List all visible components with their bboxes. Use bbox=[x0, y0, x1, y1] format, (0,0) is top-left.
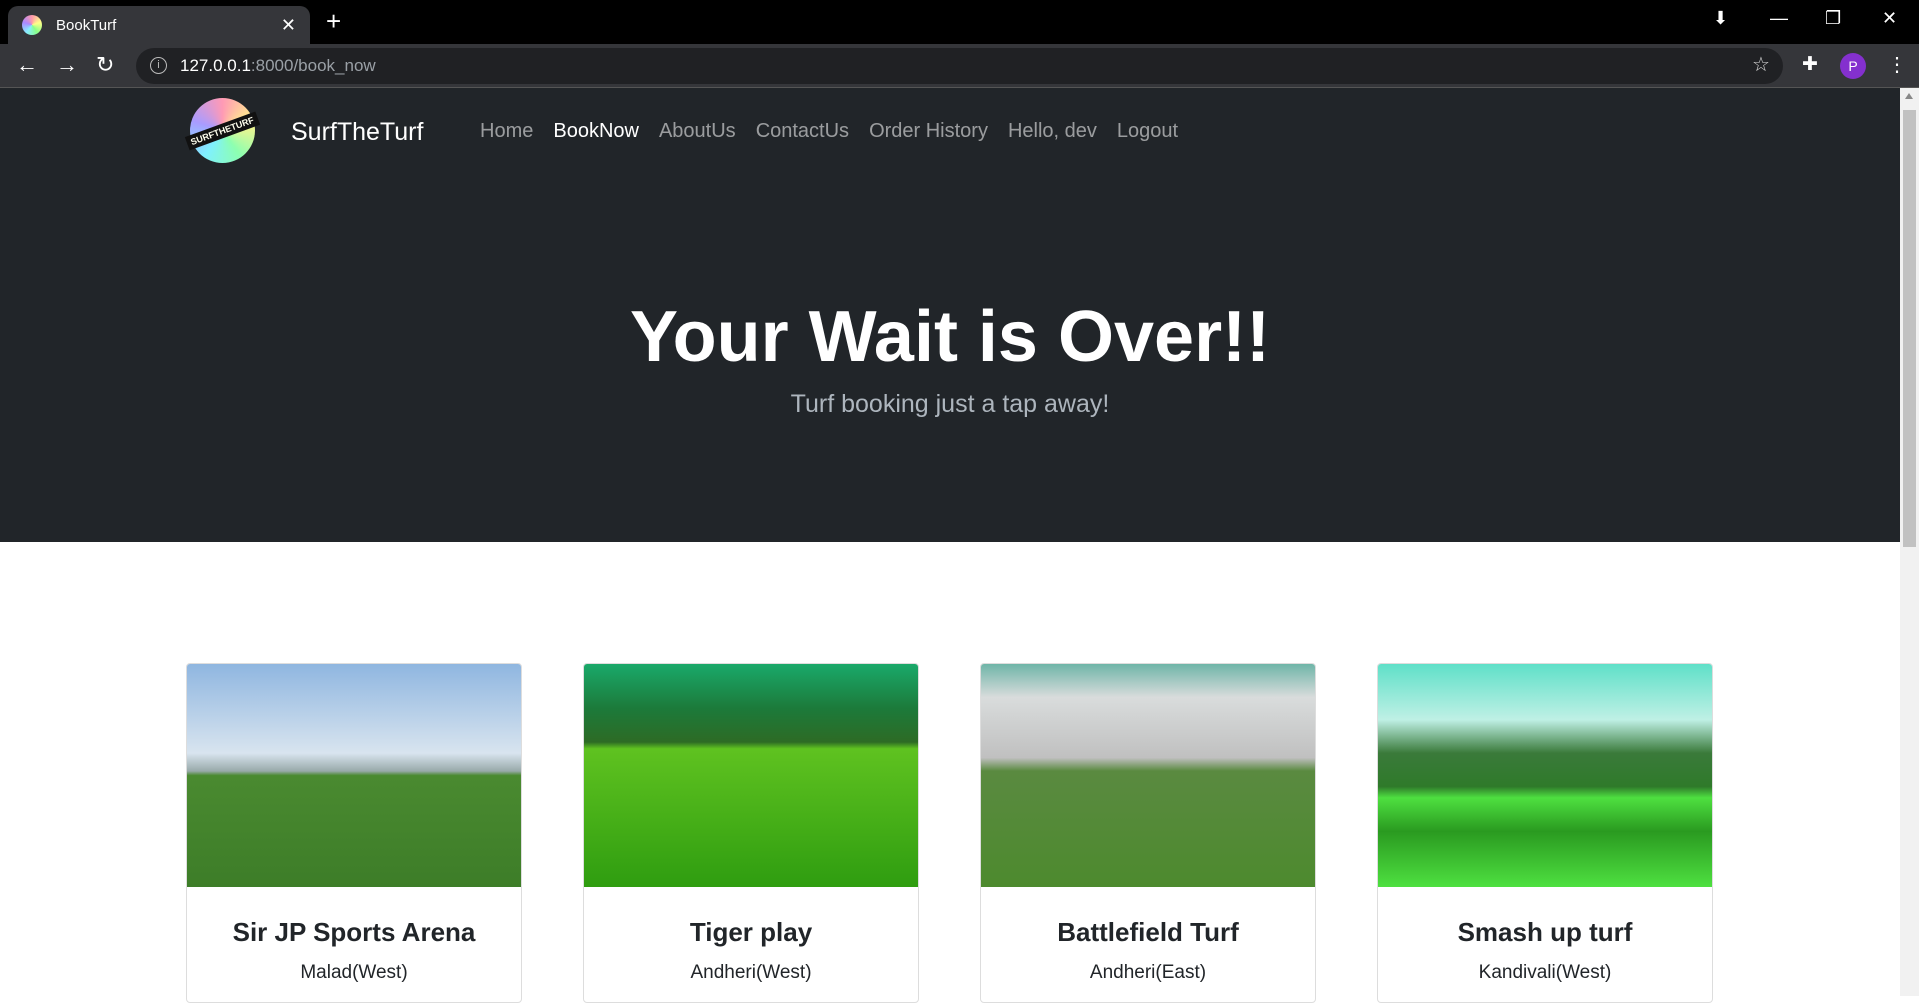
menu-icon[interactable]: ⋮ bbox=[1887, 52, 1907, 77]
scrollbar-thumb[interactable] bbox=[1903, 110, 1916, 547]
nav-user-greeting[interactable]: Hello, dev bbox=[1008, 120, 1097, 143]
browser-toolbar: ← → ↻ i 127.0.0.1:8000/book_now ☆ ✚ P ⋮ bbox=[0, 44, 1919, 88]
turf-name: Smash up turf bbox=[1457, 917, 1633, 947]
address-bar[interactable]: i 127.0.0.1:8000/book_now bbox=[136, 48, 1783, 84]
close-tab-icon[interactable]: ✕ bbox=[281, 15, 296, 36]
brand-name[interactable]: SurfTheTurf bbox=[291, 118, 423, 147]
hero-subtitle: Turf booking just a tap away! bbox=[790, 390, 1110, 418]
turf-name: Sir JP Sports Arena bbox=[232, 917, 476, 947]
url-host: 127.0.0.1 bbox=[180, 56, 251, 75]
scroll-up-icon[interactable] bbox=[1905, 93, 1913, 99]
browser-tab[interactable]: BookTurf ✕ bbox=[8, 6, 310, 44]
turf-card[interactable]: Smash up turf Kandivali(West) bbox=[1377, 663, 1713, 1003]
turf-location: Andheri(East) bbox=[1089, 962, 1207, 983]
brand-logo[interactable]: SURFTHETURF bbox=[185, 98, 260, 163]
hero-title: Your Wait is Over!! bbox=[629, 297, 1271, 377]
forward-icon[interactable]: → bbox=[56, 52, 78, 78]
turf-card[interactable]: Battlefield Turf Andheri(East) bbox=[980, 663, 1316, 1003]
turf-image bbox=[187, 664, 521, 887]
turf-location: Kandivali(West) bbox=[1478, 962, 1612, 983]
hero-section: SURFTHETURF SurfTheTurf Home BookNow Abo… bbox=[0, 88, 1900, 542]
restore-icon[interactable]: ❐ bbox=[1825, 8, 1841, 29]
new-tab-icon[interactable]: + bbox=[326, 6, 341, 37]
nav-aboutus[interactable]: AboutUs bbox=[659, 120, 736, 143]
profile-avatar[interactable]: P bbox=[1840, 53, 1866, 79]
browser-tab-bar: BookTurf ✕ + ⬇ — ❐ ✕ bbox=[0, 0, 1919, 44]
nav-home[interactable]: Home bbox=[480, 120, 533, 143]
favicon-icon bbox=[22, 15, 42, 35]
logo-text: SURFTHETURF bbox=[185, 111, 260, 150]
reload-icon[interactable]: ↻ bbox=[96, 52, 114, 78]
bookmark-star-icon[interactable]: ☆ bbox=[1752, 52, 1770, 77]
close-window-icon[interactable]: ✕ bbox=[1882, 8, 1897, 29]
turf-name: Tiger play bbox=[689, 917, 813, 947]
turf-card[interactable]: Tiger play Andheri(West) bbox=[583, 663, 919, 1003]
url-path: :8000/book_now bbox=[250, 56, 376, 75]
nav-booknow[interactable]: BookNow bbox=[553, 120, 639, 143]
minimize-icon[interactable]: — bbox=[1770, 8, 1788, 29]
nav-contactus[interactable]: ContactUs bbox=[756, 120, 849, 143]
page-scrollbar[interactable] bbox=[1900, 88, 1919, 996]
nav-logout[interactable]: Logout bbox=[1117, 120, 1178, 143]
back-icon[interactable]: ← bbox=[16, 52, 38, 78]
turf-image bbox=[1378, 664, 1712, 887]
main-nav: Home BookNow AboutUs ContactUs Order His… bbox=[480, 120, 1178, 143]
nav-order-history[interactable]: Order History bbox=[869, 120, 988, 143]
tab-title: BookTurf bbox=[56, 16, 117, 34]
turf-image bbox=[584, 664, 918, 887]
tab-search-icon[interactable]: ⬇ bbox=[1713, 8, 1728, 29]
turf-location: Malad(West) bbox=[300, 962, 408, 983]
extensions-icon[interactable]: ✚ bbox=[1802, 53, 1818, 76]
turf-name: Battlefield Turf bbox=[1057, 917, 1239, 947]
turf-card[interactable]: Sir JP Sports Arena Malad(West) bbox=[186, 663, 522, 1003]
turf-image bbox=[981, 664, 1315, 887]
info-icon[interactable]: i bbox=[150, 57, 167, 74]
turf-location: Andheri(West) bbox=[690, 962, 812, 983]
